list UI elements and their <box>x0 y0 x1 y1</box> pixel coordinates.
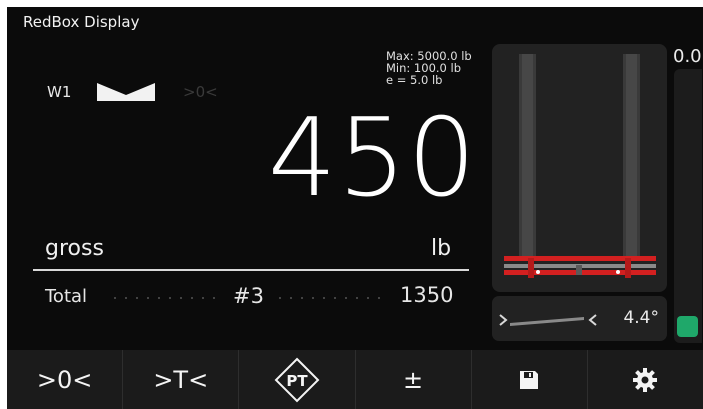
tilt-angle: 4.4° <box>623 308 659 328</box>
tilt-icon <box>499 314 597 326</box>
division-size: e = 5.0 lb <box>386 73 443 87</box>
stable-icon <box>97 83 155 101</box>
settings-icon <box>633 367 658 392</box>
tare-label: >T< <box>153 365 209 394</box>
zero-button[interactable]: >0< <box>7 350 124 409</box>
weight-unit: lb <box>431 236 452 261</box>
total-count: #3 <box>233 284 264 308</box>
total-value: 1350 <box>400 283 454 307</box>
side-level-bar <box>674 69 702 343</box>
tare-button[interactable]: >T< <box>123 350 240 409</box>
save-icon <box>520 370 539 389</box>
preset-tare-label: PT <box>286 372 308 390</box>
zero-label: >0< <box>36 365 93 394</box>
scale-display-screen: RedBox Display W1 >0< Max: 5000.0 lb Min… <box>7 7 703 409</box>
preset-tare-button[interactable]: PT <box>239 350 356 409</box>
leader-dots <box>114 297 215 299</box>
forklift-panel[interactable] <box>492 44 667 292</box>
save-button[interactable] <box>472 350 588 409</box>
leader-dots <box>279 297 380 299</box>
weight-reading: 450 <box>267 96 477 221</box>
app-title: RedBox Display <box>23 13 140 31</box>
channel-label: W1 <box>47 83 72 101</box>
side-reading: 0.0 <box>673 46 702 67</box>
divider <box>33 269 469 271</box>
function-toolbar: >0< >T< PT ± <box>7 350 703 409</box>
forklift-icon <box>504 54 656 278</box>
status-indicator <box>677 316 698 337</box>
preset-tare-icon: PT <box>274 357 320 402</box>
tilt-panel[interactable]: 4.4° <box>492 296 667 341</box>
total-label: Total <box>45 286 88 307</box>
capacity-info: Max: 5000.0 lb Min: 100.0 lb e = 5.0 lb <box>386 50 472 86</box>
settings-button[interactable] <box>588 350 703 409</box>
weigh-mode: gross <box>45 236 104 261</box>
center-of-zero-indicator: >0< <box>183 83 218 101</box>
plus-minus-label: ± <box>403 365 424 394</box>
plus-minus-button[interactable]: ± <box>356 350 472 409</box>
